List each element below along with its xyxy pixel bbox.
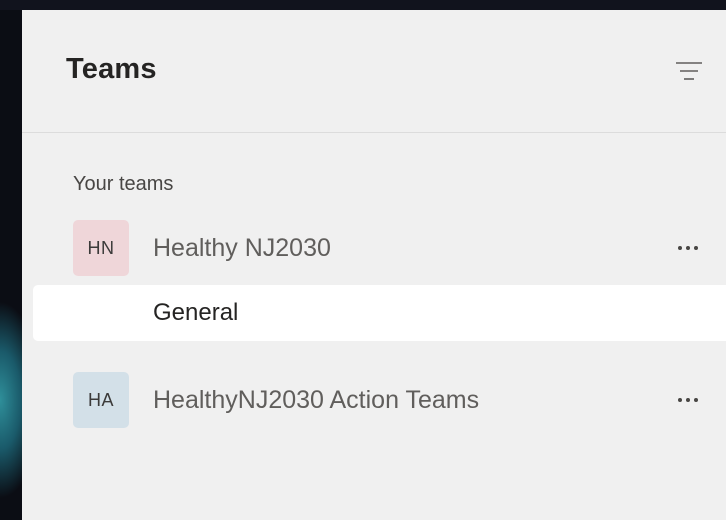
- channel-item-general[interactable]: General: [33, 285, 726, 341]
- panel-header: Teams: [22, 10, 726, 133]
- team-item-healthy-nj2030[interactable]: HN Healthy NJ2030: [22, 220, 726, 280]
- team-name: HealthyNJ2030 Action Teams: [153, 386, 480, 414]
- team-more-options-button[interactable]: [672, 234, 706, 262]
- team-name: Healthy NJ2030: [153, 234, 331, 262]
- section-label-your-teams: Your teams: [73, 173, 174, 195]
- window-top-strip: [0, 0, 726, 10]
- team-avatar: HA: [73, 372, 129, 428]
- filter-button[interactable]: [672, 58, 706, 86]
- filter-icon: [676, 62, 702, 80]
- team-avatar: HN: [73, 220, 129, 276]
- more-options-icon: [678, 246, 698, 250]
- team-more-options-button[interactable]: [672, 386, 706, 414]
- teams-panel: Teams Your teams HN Healthy NJ2030 Gener…: [22, 10, 726, 520]
- channel-name: General: [153, 299, 239, 326]
- page-title: Teams: [66, 53, 157, 85]
- more-options-icon: [678, 398, 698, 402]
- team-item-healthynj2030-action-teams[interactable]: HA HealthyNJ2030 Action Teams: [22, 372, 726, 432]
